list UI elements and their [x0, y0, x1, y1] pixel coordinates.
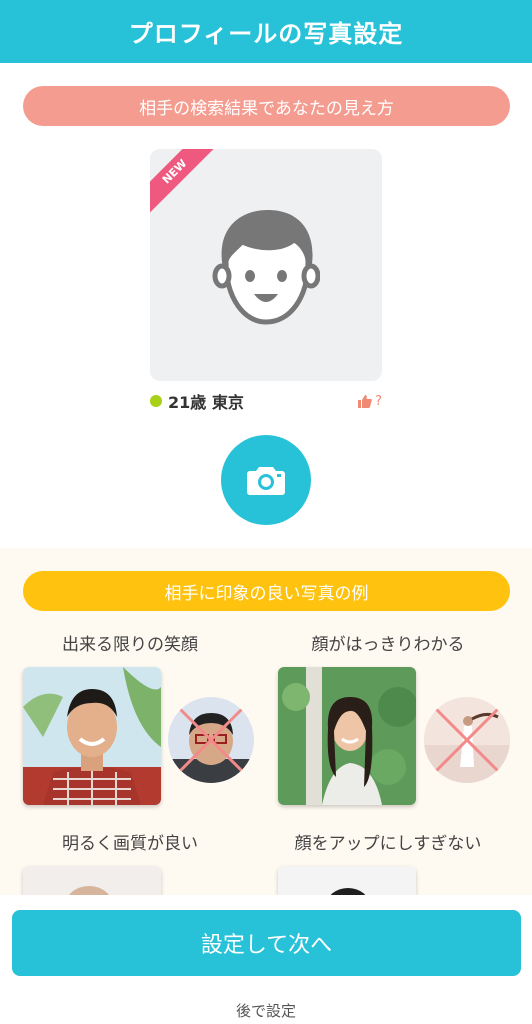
online-status-dot — [150, 395, 162, 407]
example-caption-2: 顔がはっきりわかる — [311, 635, 465, 655]
page-title: プロフィールの写真設定 — [128, 20, 404, 48]
example-photo-bad-no-smile — [168, 697, 254, 783]
example-caption-3: 明るく画質が良い — [62, 834, 198, 854]
examples-section-label: 相手に印象の良い写真の例 — [23, 571, 510, 611]
example-caption-1: 出来る限りの笑顔 — [62, 635, 198, 655]
new-badge: NEW — [150, 149, 222, 219]
example-photo-good-clear-face — [278, 667, 416, 805]
set-and-next-button[interactable]: 設定して次へ — [12, 910, 521, 976]
like-indicator: ? — [358, 394, 382, 409]
app-header: プロフィールの写真設定 — [0, 0, 532, 63]
profile-photo-card: NEW — [150, 149, 382, 381]
preview-section-label: 相手の検索結果であなたの見え方 — [23, 86, 510, 126]
example-photo-bad-unclear — [424, 697, 510, 783]
camera-icon — [247, 467, 285, 495]
thumbs-up-icon — [358, 394, 372, 408]
camera-button[interactable] — [221, 435, 311, 525]
age-location: 21歳 東京 — [168, 393, 244, 412]
profile-meta-row: 21歳 東京 ? — [150, 390, 382, 412]
set-later-link[interactable]: 後で設定 — [0, 1000, 532, 1021]
like-question: ? — [375, 393, 382, 409]
default-avatar-icon — [212, 210, 320, 325]
cross-icon — [176, 705, 246, 775]
example-photo-good-smile — [23, 667, 161, 805]
example-caption-4: 顔をアップにしすぎない — [294, 834, 482, 854]
cross-icon — [432, 705, 502, 775]
